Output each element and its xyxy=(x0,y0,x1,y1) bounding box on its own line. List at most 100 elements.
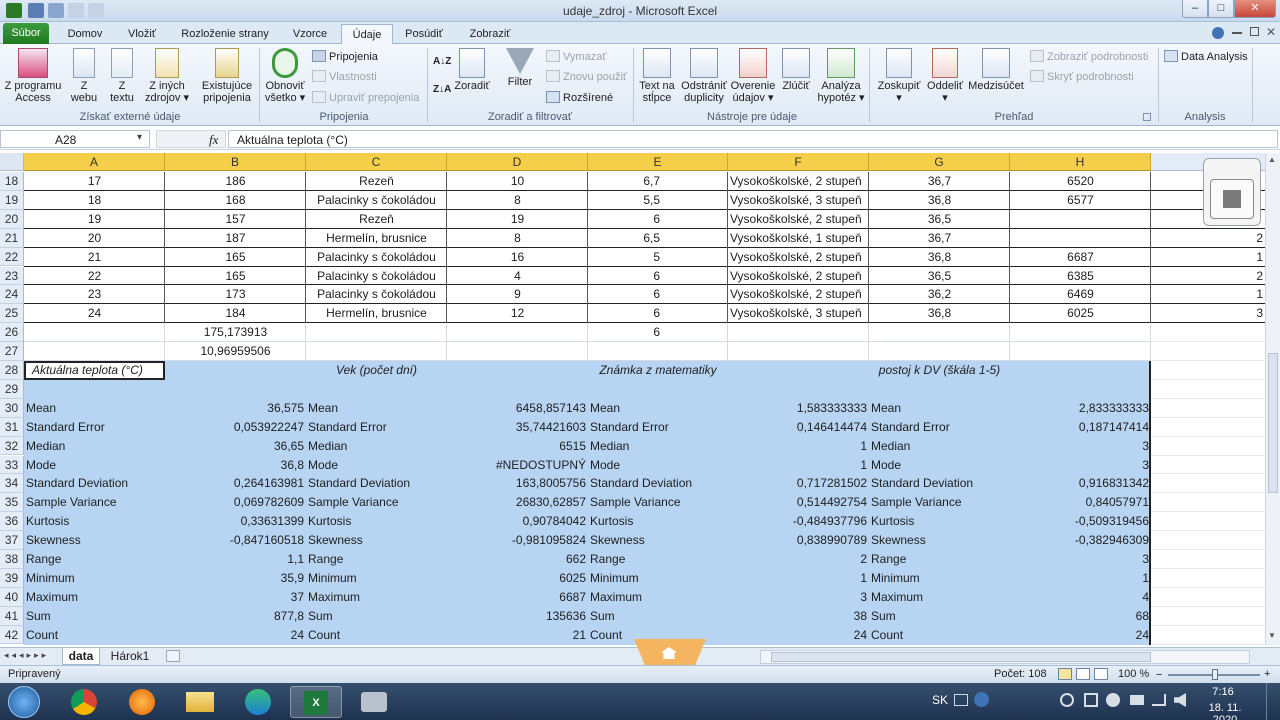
cell[interactable]: 3 xyxy=(1151,304,1265,323)
cell[interactable]: Skewness xyxy=(24,531,165,550)
cell[interactable]: 662 xyxy=(447,550,588,569)
cell[interactable]: Sum xyxy=(588,607,728,626)
data-validation-button[interactable]: Overenie údajov ▾ xyxy=(730,48,776,104)
battery-icon[interactable] xyxy=(1130,695,1144,705)
cell[interactable]: 1 xyxy=(728,437,869,456)
cell[interactable]: 173 xyxy=(165,285,306,304)
row-header[interactable]: 39 xyxy=(0,568,24,588)
vertical-scrollbar[interactable]: ▲ ▼ xyxy=(1265,153,1280,645)
cell[interactable]: 6 xyxy=(588,210,728,229)
cell[interactable]: 2 xyxy=(1151,267,1265,286)
properties-button[interactable]: Vlastnosti xyxy=(312,69,377,85)
tab-view[interactable]: Zobraziť xyxy=(462,24,518,44)
cell[interactable]: 18 xyxy=(24,191,165,210)
column-header[interactable]: E xyxy=(588,153,728,171)
tab-file[interactable]: Súbor xyxy=(3,23,49,44)
cell[interactable]: -0,382946309 xyxy=(1010,531,1151,550)
column-header[interactable]: G xyxy=(869,153,1010,171)
cell[interactable]: Sum xyxy=(24,607,165,626)
cell[interactable]: 6458,857143 xyxy=(447,399,588,418)
cell[interactable]: 3 xyxy=(1010,437,1151,456)
cell[interactable]: Median xyxy=(306,437,447,456)
cell[interactable]: Sample Variance xyxy=(869,493,1010,512)
chevron-down-icon[interactable]: ▾ xyxy=(137,132,142,143)
cell[interactable]: 168 xyxy=(165,191,306,210)
cell[interactable]: 23 xyxy=(24,285,165,304)
zoom-in-icon[interactable]: + xyxy=(1264,668,1270,680)
cell[interactable]: 187 xyxy=(165,229,306,248)
tab-insert[interactable]: Vložiť xyxy=(118,24,166,44)
cell[interactable]: 38 xyxy=(728,607,869,626)
cell[interactable]: Mode xyxy=(869,456,1010,475)
cell[interactable]: 35,9 xyxy=(165,569,306,588)
cell[interactable]: 0,187147414 xyxy=(1010,418,1151,437)
normal-view-icon[interactable] xyxy=(1058,668,1072,680)
explorer-app[interactable] xyxy=(174,686,226,718)
cell[interactable]: Standard Deviation xyxy=(588,474,728,493)
cell[interactable]: 0,84057971 xyxy=(1010,493,1151,512)
cell[interactable]: 22 xyxy=(24,267,165,286)
cell[interactable]: 175,173913 xyxy=(165,323,306,342)
row-header[interactable]: 30 xyxy=(0,398,24,418)
cell[interactable]: 135636 xyxy=(447,607,588,626)
row-header[interactable]: 40 xyxy=(0,587,24,607)
cell[interactable]: Sum xyxy=(306,607,447,626)
sheet-tab-harok1[interactable]: Hárok1 xyxy=(104,648,156,665)
what-if-analysis-button[interactable]: Analýza hypotéz ▾ xyxy=(816,48,866,104)
cell[interactable]: 36,575 xyxy=(165,399,306,418)
cell[interactable]: Minimum xyxy=(588,569,728,588)
from-text-button[interactable]: Ztextu xyxy=(104,48,140,104)
cell[interactable]: Vysokoškolské, 1 stupeň xyxy=(728,229,869,248)
from-web-button[interactable]: Zwebu xyxy=(66,48,102,104)
cell[interactable]: 1 xyxy=(1151,285,1265,304)
cell[interactable]: 68 xyxy=(1010,607,1151,626)
cell[interactable]: 0,053922247 xyxy=(165,418,306,437)
connections-button[interactable]: Pripojenia xyxy=(312,49,378,65)
cell[interactable]: Mode xyxy=(24,456,165,475)
row-header[interactable]: 18 xyxy=(0,172,24,191)
text-to-columns-button[interactable]: Text na stĺpce xyxy=(636,48,678,104)
close-workbook-icon[interactable]: ✕ xyxy=(1266,25,1276,39)
cell[interactable]: 36,5 xyxy=(869,267,1010,286)
clock-time[interactable]: 7:16 xyxy=(1200,686,1246,698)
cell[interactable]: 1,1 xyxy=(165,550,306,569)
cell[interactable]: Kurtosis xyxy=(588,512,728,531)
cell[interactable]: Standard Deviation xyxy=(306,474,447,493)
cell[interactable]: 1 xyxy=(1151,248,1265,267)
cell[interactable]: -0,484937796 xyxy=(728,512,869,531)
cell[interactable]: 10 xyxy=(447,172,588,191)
cell[interactable]: 19 xyxy=(24,210,165,229)
cell[interactable]: Vysokoškolské, 2 stupeň xyxy=(728,267,869,286)
cell[interactable]: Standard Error xyxy=(869,418,1010,437)
cell[interactable]: Skewness xyxy=(588,531,728,550)
cell[interactable]: 26830,62857 xyxy=(447,493,588,512)
help-tray-icon[interactable] xyxy=(974,692,989,707)
cell[interactable]: 0,717281502 xyxy=(728,474,869,493)
data-analysis-button[interactable]: Data Analysis xyxy=(1164,49,1248,65)
volume-icon[interactable] xyxy=(1174,693,1186,707)
cell[interactable]: Count xyxy=(306,626,447,645)
cell[interactable]: Count xyxy=(869,626,1010,645)
cell[interactable]: 36,8 xyxy=(869,304,1010,323)
cell[interactable]: 6025 xyxy=(1010,304,1151,323)
cell[interactable]: 0,514492754 xyxy=(728,493,869,512)
cell[interactable]: Mean xyxy=(869,399,1010,418)
cell[interactable]: 4 xyxy=(1010,588,1151,607)
cell[interactable]: Range xyxy=(588,550,728,569)
cell[interactable]: 3 xyxy=(728,588,869,607)
cell[interactable]: Palacinky s čokoládou xyxy=(306,267,447,286)
cell[interactable]: 8 xyxy=(447,229,588,248)
sort-az-icon[interactable]: A↓Z xyxy=(433,54,451,70)
cell[interactable]: 0,916831342 xyxy=(1010,474,1151,493)
cell[interactable]: 6577 xyxy=(1010,191,1151,210)
row-header[interactable]: 32 xyxy=(0,436,24,456)
close-button[interactable]: ✕ xyxy=(1234,0,1276,18)
cell[interactable]: Sample Variance xyxy=(588,493,728,512)
column-header[interactable]: F xyxy=(728,153,869,171)
dialog-launcher-icon[interactable] xyxy=(1143,113,1151,121)
row-header[interactable]: 23 xyxy=(0,266,24,286)
cell[interactable]: Rezeň xyxy=(306,172,447,191)
sheet-tab-data[interactable]: data xyxy=(62,648,100,665)
cell[interactable]: 17 xyxy=(24,172,165,191)
cell[interactable]: 6520 xyxy=(1010,172,1151,191)
